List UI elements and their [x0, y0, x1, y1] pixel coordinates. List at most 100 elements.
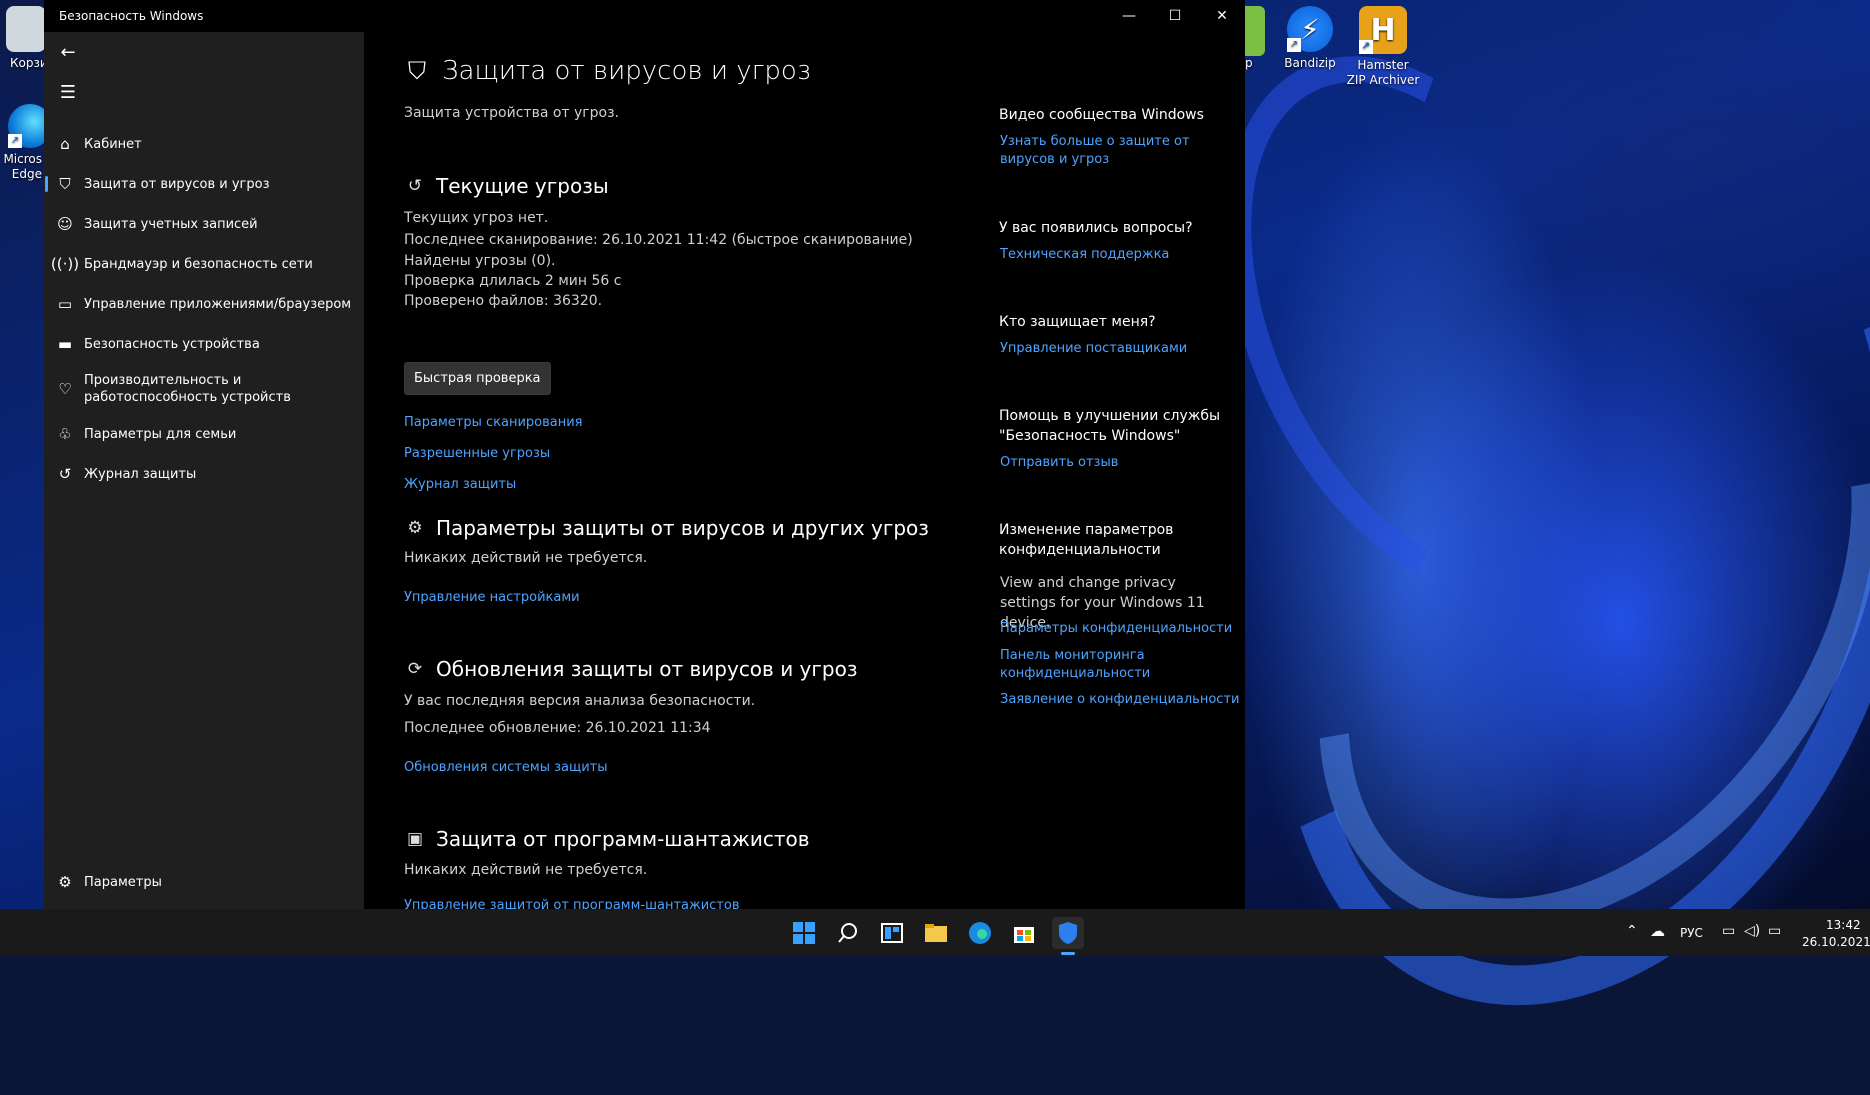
sidebar-item-label: Защита учетных записей — [84, 216, 258, 232]
desktop-icon-label: Hamster ZIP Archiver — [1346, 58, 1420, 87]
gear-icon: ⚙ — [58, 873, 72, 891]
sidebar-item-label: Параметры для семьи — [84, 426, 237, 442]
sidebar-item-label: Брандмауэр и безопасность сети — [84, 256, 313, 272]
sidebar-item-firewall[interactable]: ((·)) Брандмауэр и безопасность сети — [44, 244, 364, 284]
cloud-icon[interactable]: ☁ — [1650, 922, 1665, 940]
privacy-settings-link[interactable]: Параметры конфиденциальности — [1000, 620, 1240, 638]
sidebar-item-home[interactable]: ⌂ Кабинет — [44, 124, 364, 164]
search-icon[interactable] — [832, 917, 864, 949]
history-icon: ↺ — [407, 176, 423, 196]
sidebar-item-family[interactable]: ♧ Параметры для семьи — [44, 414, 364, 454]
manage-settings-link[interactable]: Управление настройками — [404, 590, 580, 605]
desktop-icon-label: Корзи — [10, 56, 44, 70]
maximize-button[interactable]: ☐ — [1152, 0, 1198, 32]
sidebar-item-label: Производительность и работоспособность у… — [84, 373, 291, 405]
hamburger-icon[interactable]: ☰ — [52, 76, 84, 108]
app-icon — [1245, 6, 1265, 56]
home-icon: ⌂ — [60, 135, 70, 153]
page-title: ⛉ Защита от вирусов и угроз — [404, 56, 811, 86]
protection-updates-link[interactable]: Обновления системы защиты — [404, 760, 608, 775]
shortcut-arrow-icon: ↗ — [8, 134, 22, 148]
store-icon[interactable] — [1008, 917, 1040, 949]
shield-icon: ⛉ — [408, 57, 426, 85]
quick-scan-button[interactable]: Быстрая проверка — [404, 362, 551, 395]
section-heading-text: Обновления защиты от вирусов и угроз — [436, 657, 858, 681]
close-button[interactable]: ✕ — [1199, 0, 1245, 32]
sidebar-item-settings[interactable]: ⚙ Параметры — [44, 862, 364, 902]
minimize-button[interactable]: — — [1106, 0, 1152, 32]
shortcut-arrow-icon: ↗ — [1287, 38, 1301, 52]
threats-found-text: Найдены угрозы (0). — [404, 253, 556, 269]
title-bar[interactable]: Безопасность Windows — ☐ ✕ — [44, 0, 1245, 32]
edge-icon[interactable] — [964, 917, 996, 949]
privacy-heading: Изменение параметров конфиденциальности — [999, 522, 1174, 558]
battery-icon[interactable]: ▭ — [1768, 923, 1781, 939]
tech-support-link[interactable]: Техническая поддержка — [1000, 246, 1240, 264]
bandizip-icon: ⚡ ↗ — [1287, 6, 1333, 52]
section-heading-text: Защита от программ-шантажистов — [436, 827, 810, 851]
files-scanned-text: Проверено файлов: 36320. — [404, 293, 603, 309]
desktop-icon-edge[interactable]: ↗ Micros Edge — [0, 104, 44, 182]
sidebar-item-virus-protection[interactable]: ⛉ Защита от вирусов и угроз — [44, 164, 364, 204]
desktop-icon-hamster[interactable]: H ↗ Hamster ZIP Archiver — [1346, 6, 1420, 88]
start-icon[interactable] — [788, 917, 820, 949]
network-icon[interactable]: ▭ — [1722, 923, 1735, 939]
wifi-icon: ((·)) — [50, 255, 80, 273]
clock-time[interactable]: 13:42 — [1826, 918, 1861, 932]
widgets-icon[interactable] — [876, 917, 908, 949]
section-heading-ransomware: ▣ Защита от программ-шантажистов — [404, 827, 810, 851]
section-heading-updates: ⟳ Обновления защиты от вирусов и угроз — [404, 657, 858, 681]
section-heading-protection-settings: ⚙ Параметры защиты от вирусов и других у… — [404, 516, 929, 540]
sidebar-item-label: Параметры — [84, 874, 162, 890]
sidebar-item-device-security[interactable]: ▬ Безопасность устройства — [44, 324, 364, 364]
taskbar: ⌃ ☁ РУС ▭ ◁) ▭ 13:42 26.10.2021 — [0, 909, 1870, 956]
who-protects-heading: Кто защищает меня? — [999, 314, 1156, 330]
section-heading-text: Текущие угрозы — [436, 174, 609, 198]
update-status-text: У вас последняя версия анализа безопасно… — [404, 693, 756, 709]
language-indicator[interactable]: РУС — [1680, 926, 1703, 940]
sidebar-item-history[interactable]: ↺ Журнал защиты — [44, 454, 364, 494]
send-feedback-link[interactable]: Отправить отзыв — [1000, 454, 1240, 472]
section-heading-text: Параметры защиты от вирусов и других угр… — [436, 516, 929, 540]
chevron-up-icon[interactable]: ⌃ — [1626, 923, 1638, 939]
sidebar-item-label: Защита от вирусов и угроз — [84, 176, 270, 192]
questions-heading: У вас появились вопросы? — [999, 220, 1193, 236]
history-icon: ↺ — [58, 465, 72, 483]
desktop-icon-app[interactable]: p — [1245, 6, 1265, 70]
manage-ransomware-link[interactable]: Управление защитой от программ-шантажист… — [404, 898, 739, 909]
file-explorer-icon[interactable] — [920, 917, 952, 949]
desktop-icon-recycle-bin[interactable]: Корзи — [0, 6, 44, 70]
help-improve-heading: Помощь в улучшении службы "Безопасность … — [999, 408, 1221, 444]
protection-history-link[interactable]: Журнал защиты — [404, 477, 516, 492]
video-heading: Видео сообщества Windows — [999, 107, 1204, 123]
windows-security-window: Безопасность Windows — ☐ ✕ ← ☰ ⌂ Кабинет… — [44, 0, 1245, 909]
shield-icon: ⛉ — [59, 175, 71, 193]
sidebar-item-performance[interactable]: ♡ Производительность и работоспособность… — [44, 364, 364, 414]
sidebar-item-accounts[interactable]: ☺ Защита учетных записей — [44, 204, 364, 244]
sidebar-item-label: Управление приложениями/браузером — [84, 296, 352, 312]
edge-icon: ↗ — [8, 104, 44, 148]
active-indicator — [45, 176, 48, 192]
sidebar-item-label: Кабинет — [84, 136, 142, 152]
last-update-text: Последнее обновление: 26.10.2021 11:34 — [404, 720, 711, 736]
desktop-icon-bandizip[interactable]: ⚡ ↗ Bandizip — [1273, 6, 1347, 70]
manage-providers-link[interactable]: Управление поставщиками — [1000, 340, 1240, 358]
app-browser-icon: ▭ — [57, 295, 73, 313]
family-icon: ♧ — [58, 425, 72, 443]
volume-icon[interactable]: ◁) — [1744, 923, 1760, 939]
windows-security-icon[interactable] — [1052, 917, 1084, 949]
sidebar-item-app-browser[interactable]: ▭ Управление приложениями/браузером — [44, 284, 364, 324]
scan-options-link[interactable]: Параметры сканирования — [404, 415, 583, 430]
desktop-icon-label: p — [1245, 56, 1253, 70]
learn-more-link[interactable]: Узнать больше о защите от вирусов и угро… — [1000, 133, 1240, 169]
clock-date[interactable]: 26.10.2021 — [1802, 935, 1870, 949]
privacy-dashboard-link[interactable]: Панель мониторинга конфиденциальности — [1000, 647, 1160, 683]
allowed-threats-link[interactable]: Разрешенные угрозы — [404, 446, 550, 461]
active-app-indicator — [1061, 952, 1075, 955]
privacy-statement-link[interactable]: Заявление о конфиденциальности — [1000, 691, 1240, 709]
page-subtitle: Защита устройства от угроз. — [404, 105, 620, 121]
gears-icon: ⚙ — [407, 518, 423, 538]
sidebar: ← ☰ ⌂ Кабинет ⛉ Защита от вирусов и угро… — [44, 32, 364, 909]
desktop-icon-label: Bandizip — [1284, 56, 1336, 70]
back-arrow-icon[interactable]: ← — [52, 36, 84, 68]
